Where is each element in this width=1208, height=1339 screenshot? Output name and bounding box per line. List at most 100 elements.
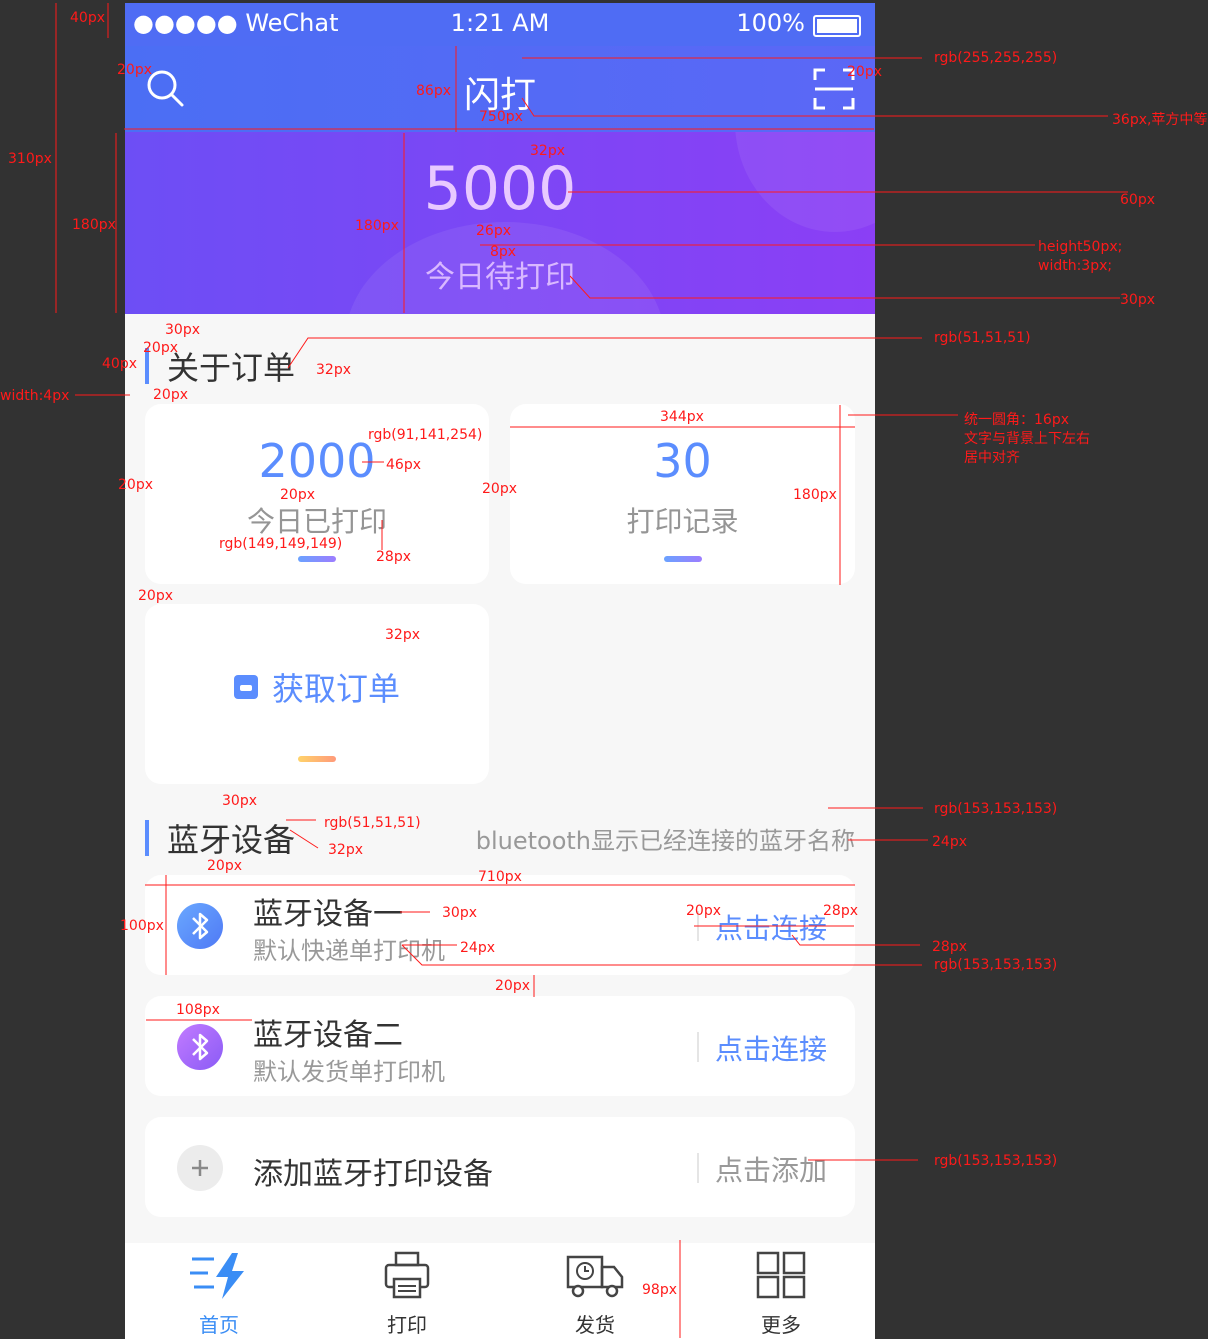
annotation: 180px — [72, 217, 116, 233]
add-device-label: 添加蓝牙打印设备 — [253, 1157, 493, 1192]
annotation: 98px — [642, 1282, 677, 1298]
annotation: 20px — [207, 858, 242, 874]
annotation: 32px — [530, 143, 565, 159]
annotation: rgb(255,255,255) — [934, 50, 1058, 66]
annotation: 40px — [102, 356, 137, 372]
annotation: 30px — [1120, 292, 1155, 308]
grid-icon — [756, 1251, 806, 1299]
bluetooth-icon — [177, 903, 223, 949]
fetch-orders-label: 获取订单 — [271, 670, 400, 708]
tab-print-label: 打印 — [387, 1313, 427, 1337]
annotation: 居中对齐 — [964, 450, 1020, 466]
annotation: rgb(149,149,149) — [219, 536, 343, 552]
print-records-label: 打印记录 — [626, 505, 739, 538]
annotation: 100px — [120, 918, 164, 934]
bluetooth-device-1[interactable]: 蓝牙设备一 默认快递单打印机 点击连接 — [145, 875, 855, 975]
annotation: 24px — [460, 940, 495, 956]
battery-percent: 100% — [736, 9, 805, 37]
plus-icon — [177, 1145, 223, 1191]
truck-icon — [566, 1255, 624, 1298]
annotation: 20px — [495, 978, 530, 994]
bluetooth-section-title: 蓝牙设备 — [145, 815, 295, 861]
add-button[interactable]: 点击添加 — [715, 1149, 827, 1189]
print-records-count: 30 — [653, 434, 712, 488]
annotation: 180px — [355, 218, 399, 234]
annotation: 32px — [328, 842, 363, 858]
card-accent-bar — [298, 756, 336, 762]
lightning-icon — [190, 1253, 244, 1299]
connect-button[interactable]: 点击连接 — [715, 907, 827, 947]
annotation: 20px — [118, 477, 153, 493]
annotation: 750px — [479, 109, 523, 125]
printer-icon — [384, 1251, 430, 1299]
annotation: 40px — [70, 10, 105, 26]
connect-button[interactable]: 点击连接 — [715, 1028, 827, 1068]
annotation: 8px — [490, 244, 517, 260]
bluetooth-device-2[interactable]: 蓝牙设备二 默认发货单打印机 点击连接 — [145, 996, 855, 1096]
annotation: 20px — [138, 588, 173, 604]
annotation: 文字与背景上下左右 — [964, 431, 1090, 447]
annotation: 20px — [143, 340, 178, 356]
annotation: rgb(51,51,51) — [324, 815, 421, 831]
annotation: 30px — [222, 793, 257, 809]
phone-screen: ●●●●● WeChat 1:21 AM 100% 闪打 5000 今日待打印 … — [125, 3, 875, 1339]
annotation: height50px; — [1038, 239, 1123, 255]
annotation: 统一圆角：16px — [964, 412, 1069, 428]
annotation: 20px — [153, 387, 188, 403]
annotation: 28px — [376, 549, 411, 565]
today-printed-label: 今日已打印 — [246, 505, 387, 538]
fetch-orders-button[interactable]: 获取订单 — [145, 664, 489, 710]
annotation: 60px — [1120, 192, 1155, 208]
fetch-orders-card[interactable]: 获取订单 — [145, 604, 489, 784]
annotation: 26px — [476, 223, 511, 239]
annotation: 86px — [416, 83, 451, 99]
status-bar: ●●●●● WeChat 1:21 AM 100% — [125, 3, 875, 46]
annotation: rgb(51,51,51) — [934, 330, 1031, 346]
annotation: 180px — [793, 487, 837, 503]
bluetooth-icon — [177, 1024, 223, 1070]
device-name: 蓝牙设备一 — [253, 897, 403, 932]
annotation: rgb(91,141,254) — [368, 427, 483, 443]
annotation: 108px — [176, 1002, 220, 1018]
annotation: 36px,苹方中等 — [1112, 112, 1208, 128]
card-accent-bar — [298, 556, 336, 562]
tab-print[interactable]: 打印 — [313, 1243, 501, 1339]
annotation: width:4px — [0, 388, 70, 404]
annotation: 32px — [385, 627, 420, 643]
annotation: 28px — [932, 939, 967, 955]
tab-ship-label: 发货 — [575, 1313, 615, 1337]
tab-bar: 首页 打印 发货 更多 — [125, 1243, 875, 1339]
annotation: 20px — [117, 62, 152, 78]
inbox-icon — [233, 675, 258, 699]
tab-home[interactable]: 首页 — [125, 1243, 313, 1339]
device-name: 蓝牙设备二 — [253, 1018, 403, 1053]
annotation: 24px — [932, 834, 967, 850]
annotation: rgb(153,153,153) — [934, 801, 1058, 817]
annotation: rgb(153,153,153) — [934, 1153, 1058, 1169]
pending-count: 5000 — [423, 154, 577, 224]
annotation: 30px — [165, 322, 200, 338]
tab-more-label: 更多 — [761, 1313, 801, 1337]
annotation: 20px — [482, 481, 517, 497]
annotation: rgb(153,153,153) — [934, 957, 1058, 973]
divider — [697, 1153, 699, 1183]
annotation: 46px — [386, 457, 421, 473]
annotation: width:3px; — [1038, 258, 1113, 274]
annotation: 32px — [316, 362, 351, 378]
device-desc: 默认发货单打印机 — [253, 1058, 445, 1086]
annotation: 28px — [823, 903, 858, 919]
annotation: 20px — [280, 487, 315, 503]
annotation: 20px — [686, 903, 721, 919]
annotation: 710px — [478, 869, 522, 885]
bluetooth-hint: bluetooth显示已经连接的蓝牙名称 — [475, 827, 855, 855]
tab-more[interactable]: 更多 — [687, 1243, 875, 1339]
add-bluetooth-device[interactable]: 添加蓝牙打印设备 点击添加 — [145, 1117, 855, 1217]
card-accent-bar — [663, 556, 702, 562]
device-desc: 默认快递单打印机 — [253, 937, 445, 965]
divider — [697, 1032, 699, 1062]
tab-home-label: 首页 — [199, 1313, 239, 1337]
annotation: 344px — [660, 409, 704, 425]
battery-icon — [813, 15, 861, 37]
annotation: 20px — [847, 64, 882, 80]
annotation: 310px — [8, 151, 52, 167]
